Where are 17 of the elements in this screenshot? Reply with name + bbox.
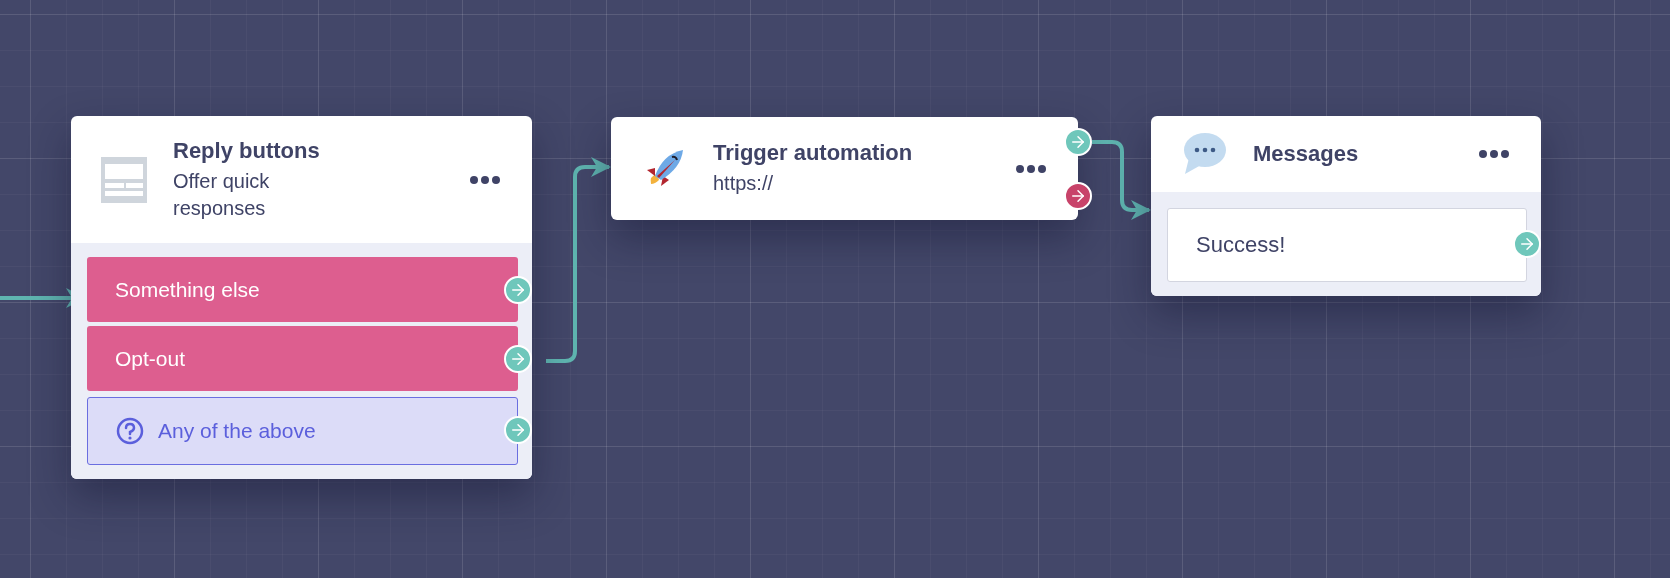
output-port[interactable] [1064,127,1092,156]
flow-node[interactable]: Reply buttons Offer quick responses Something else Opt-out Any of the above [71,116,532,479]
node-title: Messages [1253,141,1360,167]
speech-bubble-icon [1181,132,1227,176]
node-title: Reply buttons [173,137,321,164]
layout-icon [101,156,147,203]
flow-node[interactable]: Messages Success! [1151,116,1541,296]
node-subtitle: Offer quick responses [173,168,271,221]
output-port[interactable] [1064,181,1092,210]
message-text[interactable]: Success! [1167,208,1527,282]
flow-node[interactable]: Trigger automation https:// [611,117,1078,220]
question-icon [116,417,144,445]
fallback-option[interactable]: Any of the above [87,397,518,465]
arrow-right-icon [509,421,527,439]
arrow-right-icon [1518,235,1536,253]
node-subtitle: https:// [713,171,775,196]
node-title: Trigger automation [713,140,914,166]
